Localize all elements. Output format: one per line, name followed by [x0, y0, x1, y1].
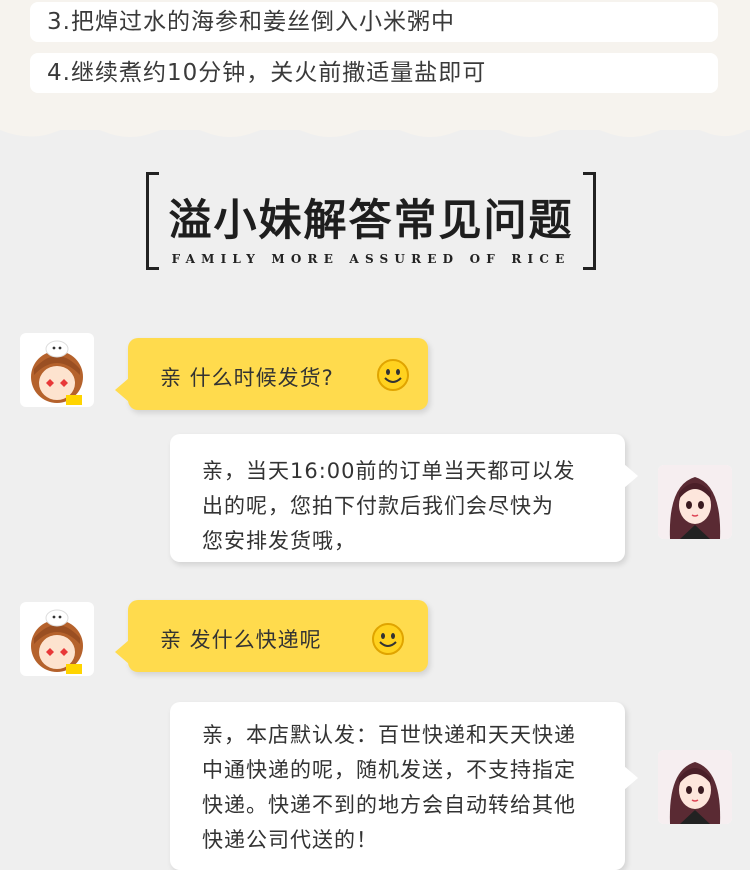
service-avatar — [658, 465, 732, 539]
customer-avatar — [20, 602, 94, 676]
service-girl-avatar-icon — [658, 750, 732, 824]
question-bubble: 亲 发什么快递呢 — [115, 600, 428, 672]
customer-avatar — [20, 333, 94, 407]
bubble-tail — [115, 640, 129, 664]
question-text: 亲 发什么快递呢 — [160, 628, 322, 652]
answer-text: 亲，本店默认发：百世快递和天天快递 中通快递的呢，随机发送，不支持指定 快递。快… — [202, 723, 576, 852]
recipe-step-4: 4.继续煮约10分钟，关火前撒适量盐即可 — [30, 53, 718, 93]
service-girl-avatar-icon — [658, 465, 732, 539]
answer-bubble: 亲，当天16:00前的订单当天都可以发 出的呢，您拍下付款后我们会尽快为 您安排… — [170, 434, 638, 562]
bubble-tail — [115, 378, 129, 402]
question-bubble: 亲 什么时候发货? — [115, 338, 428, 410]
service-avatar — [658, 750, 732, 824]
wave-divider — [0, 118, 750, 137]
smiley-face-icon — [377, 359, 409, 391]
cartoon-girl-avatar-icon — [31, 609, 83, 674]
bubble-tail — [624, 464, 638, 488]
smiley-face-icon — [372, 623, 404, 655]
recipe-step-3: 3.把焯过水的海参和姜丝倒入小米粥中 — [30, 2, 718, 42]
faq-heading: 溢小妹解答常见问题 FAMILY MORE ASSURED OF RICE — [146, 172, 596, 270]
question-text: 亲 什么时候发货? — [160, 366, 334, 390]
bubble-tail — [624, 766, 638, 790]
cartoon-girl-avatar-icon — [31, 340, 83, 405]
answer-bubble: 亲，本店默认发：百世快递和天天快递 中通快递的呢，随机发送，不支持指定 快递。快… — [170, 702, 638, 870]
answer-text: 亲，当天16:00前的订单当天都可以发 出的呢，您拍下付款后我们会尽快为 您安排… — [202, 459, 576, 553]
faq-subtitle: FAMILY MORE ASSURED OF RICE — [171, 252, 571, 266]
faq-title: 溢小妹解答常见问题 — [168, 196, 574, 246]
